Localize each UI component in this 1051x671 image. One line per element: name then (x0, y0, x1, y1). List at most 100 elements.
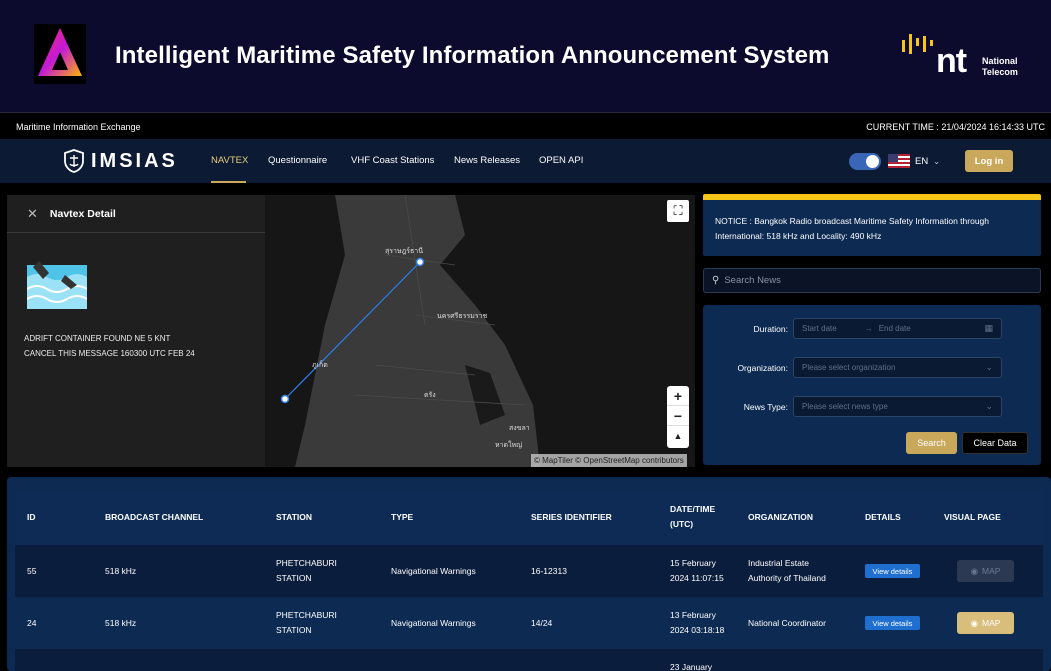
organization-placeholder: Please select organization (802, 363, 896, 372)
search-button[interactable]: Search (906, 432, 957, 454)
nav-navtex[interactable]: NAVTEX (211, 155, 248, 166)
navtex-table: ID BROADCAST CHANNEL STATION TYPE SERIES… (7, 477, 1051, 671)
map-label-nakhon-si-thammarat: นครศรีธรรมราช (437, 313, 488, 320)
navtex-message: ADRIFT CONTAINER FOUND NE 5 KNT CANCEL T… (24, 334, 195, 358)
cell-station: PHETCHABURI STATION (276, 610, 337, 635)
map-view[interactable]: สุราษฎร์ธานี นครศรีธรรมราช ภูเก็ต ตรัง ส… (265, 195, 695, 467)
cell-channel: 518 kHz (105, 566, 137, 576)
site-subtitle: Maritime Information Exchange (16, 122, 141, 132)
compass-button[interactable]: ▲ (667, 426, 689, 446)
cell-organization: Industrial Estate Authority of Thailand (748, 558, 826, 583)
cell-channel: 518 kHz (105, 618, 137, 628)
date-range-picker[interactable]: Start date → End date ▦ (793, 318, 1002, 339)
cell-id: 55 (27, 566, 37, 576)
col-id: ID (27, 512, 36, 522)
cell-series: 14/24 (531, 618, 553, 628)
view-details-button[interactable]: View details (865, 616, 920, 630)
cell-type: Navigational Warnings (391, 566, 476, 576)
map-label-phuket: ภูเก็ต (312, 362, 328, 369)
map-attribution: © MapTiler © OpenStreetMap contributors (531, 454, 687, 467)
map-label-trang: ตรัง (424, 392, 436, 399)
toggle-knob (866, 155, 879, 168)
language-selector[interactable]: EN ⌄ (888, 150, 954, 172)
map-label-hat-yai: หาดใหญ่ (495, 442, 523, 449)
fullscreen-icon[interactable]: ⛶ (667, 200, 689, 222)
zoom-in-button[interactable]: + (667, 386, 689, 406)
search-news-input[interactable]: ⚲ Search News (703, 268, 1041, 293)
detail-header: ✕ Navtex Detail (7, 195, 265, 233)
col-series-identifier: SERIES IDENTIFIER (531, 512, 612, 522)
map-zoom-controls: + − ▲ (667, 386, 689, 448)
nt-name: National Telecom (982, 56, 1018, 77)
national-telecom-logo: nt National Telecom (900, 30, 1030, 80)
search-icon: ⚲ (712, 275, 720, 286)
us-flag-icon (888, 154, 910, 168)
col-details: DETAILS (865, 512, 901, 522)
cell-date: 15 February 2024 11:07:15 (670, 558, 724, 583)
table-row: 23 January (15, 649, 1043, 671)
duration-label: Duration: (753, 324, 789, 334)
end-date-placeholder: End date (878, 324, 911, 333)
map-label-songkhla: สงขลา (509, 425, 530, 432)
close-icon[interactable]: ✕ (27, 206, 38, 222)
chevron-down-icon: ⌄ (985, 401, 993, 411)
cell-station: PHETCHABURI STATION (276, 558, 337, 583)
active-nav-indicator (211, 181, 246, 183)
brand-logo[interactable]: IMSIAS (63, 148, 178, 174)
cell-type: Navigational Warnings (391, 618, 476, 628)
chevron-down-icon: ⌄ (985, 362, 993, 372)
nt-bars-icon (902, 34, 933, 54)
organization-label: Organization: (737, 363, 788, 373)
top-banner: Intelligent Maritime Safety Information … (0, 0, 1051, 113)
col-date-time: DATE/TIME (UTC) (670, 504, 716, 529)
language-code: EN (915, 155, 929, 167)
adrift-container-icon (27, 261, 87, 309)
col-organization: ORGANIZATION (748, 512, 814, 522)
map-canvas[interactable] (265, 195, 695, 467)
system-logo (34, 24, 86, 84)
page-title: Intelligent Maritime Safety Information … (115, 42, 830, 69)
nt-logo-text: nt (936, 42, 967, 80)
calendar-icon: ▦ (984, 323, 993, 333)
news-type-select[interactable]: Please select news type ⌄ (793, 396, 1002, 417)
nav-open-api[interactable]: OPEN API (539, 155, 583, 166)
table-header: ID BROADCAST CHANNEL STATION TYPE SERIES… (15, 491, 1043, 545)
clear-data-button[interactable]: Clear Data (962, 432, 1028, 454)
info-bar: Maritime Information Exchange CURRENT TI… (0, 114, 1051, 139)
map-button-label: MAP (982, 566, 1001, 576)
notice-banner: NOTICE : Bangkok Radio broadcast Maritim… (703, 194, 1041, 256)
view-details-button[interactable]: View details (865, 564, 920, 578)
zoom-out-button[interactable]: − (667, 406, 689, 426)
map-button-label: MAP (982, 618, 1001, 628)
map-label-surat-thani: สุราษฎร์ธานี (385, 248, 424, 255)
start-date-placeholder: Start date (802, 324, 837, 333)
arrow-right-icon: → (864, 324, 873, 333)
search-placeholder: Search News (724, 275, 781, 286)
col-visual-page: VISUAL PAGE (944, 512, 1001, 522)
cell-organization: National Coordinator (748, 618, 826, 628)
shield-icon (64, 149, 84, 173)
col-station: STATION (276, 512, 313, 522)
detail-title: Navtex Detail (49, 207, 116, 220)
cell-date: 13 February 2024 03:18:18 (670, 610, 725, 635)
brand-name: IMSIAS (91, 149, 178, 172)
organization-select[interactable]: Please select organization ⌄ (793, 357, 1002, 378)
table-row: 24 518 kHz PHETCHABURI STATION Navigation… (15, 597, 1043, 649)
current-time: CURRENT TIME : 21/04/2024 16:14:33 UTC (866, 122, 1045, 132)
navtex-detail-panel: ✕ Navtex Detail ADRIFT CONTAINER FOUND N… (7, 195, 265, 467)
map-button[interactable]: ◉ MAP (957, 612, 1014, 634)
nav-news-releases[interactable]: News Releases (454, 155, 520, 166)
nav-questionnaire[interactable]: Questionnaire (268, 155, 327, 166)
table-row: 55 518 kHz PHETCHABURI STATION Navigation… (15, 545, 1043, 597)
eye-icon: ◉ (970, 565, 978, 576)
cell-date: 23 January (670, 662, 713, 671)
theme-toggle[interactable] (849, 153, 881, 170)
news-type-label: News Type: (743, 402, 788, 412)
news-type-placeholder: Please select news type (802, 402, 888, 411)
eye-icon: ◉ (970, 617, 978, 628)
login-button[interactable]: Log in (965, 150, 1013, 172)
cell-id: 24 (27, 618, 37, 628)
chevron-down-icon: ⌄ (933, 156, 940, 166)
nav-vhf-coast-stations[interactable]: VHF Coast Stations (351, 155, 434, 166)
col-type: TYPE (391, 512, 414, 522)
